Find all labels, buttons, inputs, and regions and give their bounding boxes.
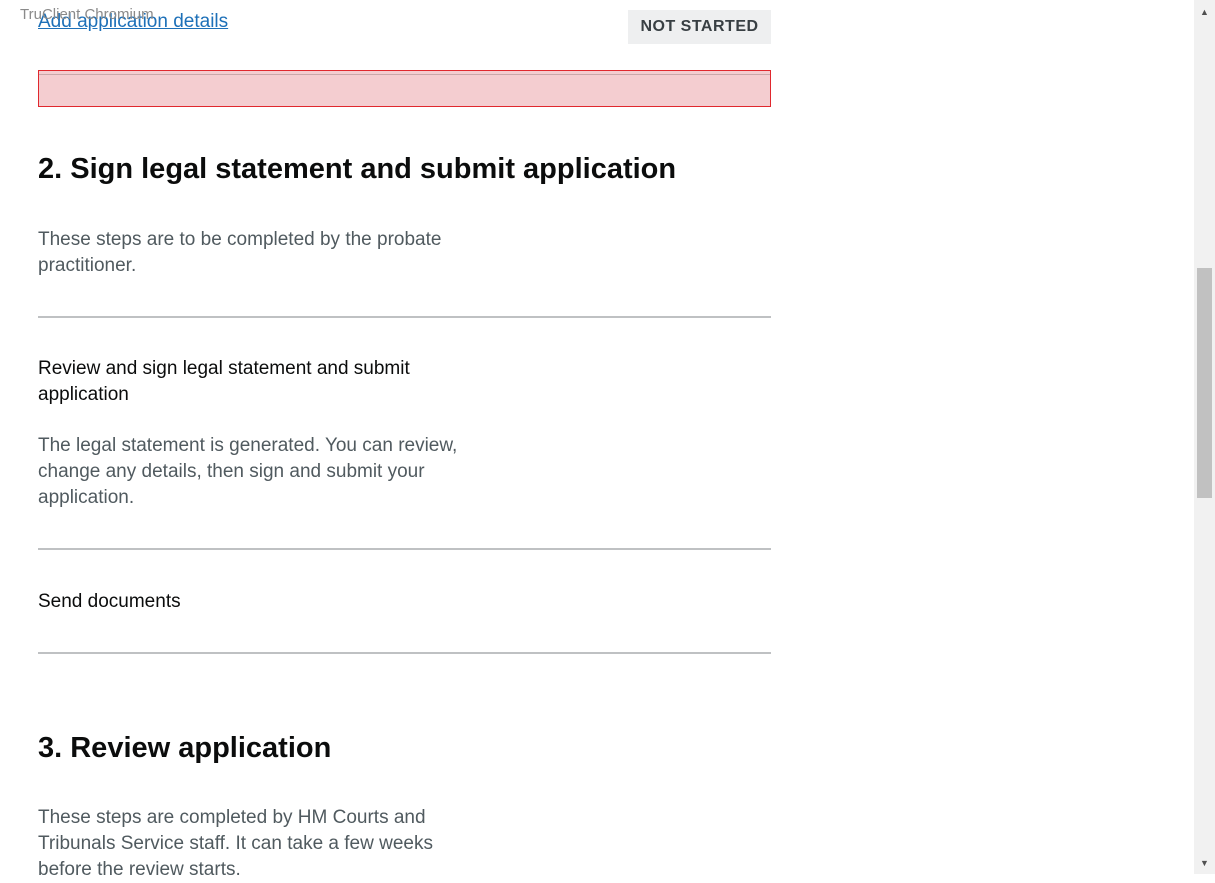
- section-3-hint: These steps are completed by HM Courts a…: [38, 807, 433, 880]
- divider: [38, 652, 771, 654]
- section-3-title: 3. Review application: [38, 732, 332, 764]
- section-2-title: 2. Sign legal statement and submit appli…: [38, 153, 677, 185]
- add-application-details-link[interactable]: Add application details: [38, 11, 228, 33]
- task-review-sign-hint: The legal statement is generated. You ca…: [38, 435, 458, 508]
- section-2-hint: These steps are to be completed by the p…: [38, 229, 442, 276]
- triangle-up-icon[interactable]: ▲: [1194, 3, 1215, 20]
- status-badge: NOT STARTED: [628, 10, 771, 44]
- task-review-sign-legal-statement: Review and sign legal statement and subm…: [38, 358, 410, 405]
- highlight-divider: [39, 74, 770, 75]
- task-send-documents: Send documents: [38, 591, 181, 612]
- vertical-scrollbar[interactable]: ▲ ▼: [1194, 0, 1215, 874]
- divider: [38, 548, 771, 550]
- scrollbar-thumb[interactable]: [1197, 268, 1212, 498]
- error-highlight-box: [38, 70, 771, 107]
- triangle-down-icon[interactable]: ▼: [1194, 854, 1215, 871]
- divider: [38, 316, 771, 318]
